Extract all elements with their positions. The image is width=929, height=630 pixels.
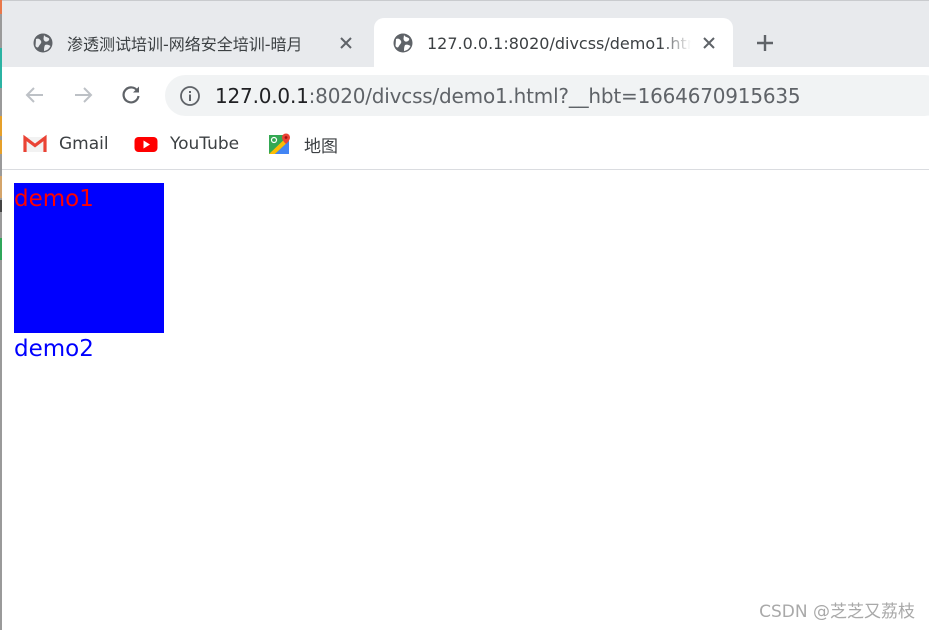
bookmark-youtube[interactable]: YouTube bbox=[134, 132, 239, 156]
url-path: :8020/divcss/demo1.html?__hbt=1664670915… bbox=[308, 83, 801, 108]
new-tab-button[interactable] bbox=[752, 30, 778, 56]
demo1-box: demo1 bbox=[14, 183, 164, 333]
tab-title: 127.0.0.1:8020/divcss/demo1.html bbox=[427, 33, 691, 53]
bookmark-label: YouTube bbox=[170, 134, 240, 154]
bookmark-label: 地图 bbox=[304, 136, 338, 157]
reload-icon bbox=[122, 86, 140, 104]
reload-button[interactable] bbox=[116, 80, 146, 110]
demo2-text: demo2 bbox=[14, 336, 94, 362]
tab-active[interactable]: 127.0.0.1:8020/divcss/demo1.html bbox=[374, 18, 733, 68]
address-bar[interactable]: 127.0.0.1:8020/divcss/demo1.html?__hbt=1… bbox=[165, 75, 929, 116]
back-button[interactable] bbox=[20, 80, 50, 110]
close-icon[interactable] bbox=[334, 31, 358, 55]
url-text[interactable]: 127.0.0.1:8020/divcss/demo1.html?__hbt=1… bbox=[215, 83, 801, 108]
tab-strip: 渗透测试培训-网络安全培训-暗月 127.0.0.1:8020/divcss/d… bbox=[0, 0, 929, 68]
globe-icon bbox=[393, 33, 413, 53]
info-icon[interactable] bbox=[179, 85, 201, 107]
forward-button[interactable] bbox=[68, 80, 98, 110]
youtube-icon bbox=[134, 137, 158, 152]
gmail-icon bbox=[23, 134, 47, 152]
url-host: 127.0.0.1 bbox=[215, 83, 309, 108]
bookmark-maps[interactable]: 地图 bbox=[268, 132, 338, 157]
plus-icon bbox=[757, 35, 773, 51]
page-content: demo1 demo2 bbox=[0, 171, 929, 630]
maps-icon bbox=[269, 133, 290, 154]
bookmarks-bar: Gmail YouTube 地图 bbox=[0, 123, 929, 170]
watermark: CSDN @芝芝又荔枝 bbox=[759, 602, 915, 622]
toolbar: 127.0.0.1:8020/divcss/demo1.html?__hbt=1… bbox=[0, 67, 929, 123]
bookmark-label: Gmail bbox=[59, 134, 109, 154]
tab-title: 渗透测试培训-网络安全培训-暗月 bbox=[67, 35, 303, 54]
demo1-text: demo1 bbox=[14, 186, 94, 212]
arrow-left-icon bbox=[25, 87, 43, 103]
tab-inactive[interactable]: 渗透测试培训-网络安全培训-暗月 bbox=[18, 18, 370, 68]
bookmark-gmail[interactable]: Gmail bbox=[23, 132, 109, 156]
globe-icon bbox=[33, 33, 53, 53]
window-edge bbox=[0, 0, 2, 630]
arrow-right-icon bbox=[75, 87, 93, 103]
close-icon[interactable] bbox=[697, 31, 721, 55]
